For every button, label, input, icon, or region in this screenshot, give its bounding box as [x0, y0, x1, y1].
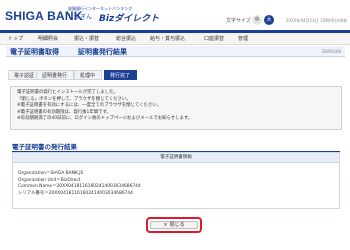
font-size-large-button[interactable]: 大 [264, 15, 274, 25]
font-size-medium-button[interactable]: 中 [252, 15, 262, 25]
nav-item-transfer[interactable]: 振込・振替 [74, 35, 99, 42]
cert-common-name: Common Name＝20XX041811616024140030346867… [18, 184, 141, 190]
close-button-label: 閉じる [169, 222, 185, 228]
nav-item-bulk-transfer[interactable]: 総合振込 [116, 35, 136, 42]
login-timestamp: 20XX年04月14日 15時00分00秒 [286, 18, 348, 23]
message-line: ※電子証明書を有効にするには、一度全てのブラウザを閉じてください。 [17, 103, 162, 109]
close-button[interactable]: × 閉じる [150, 221, 198, 229]
nav-item-top[interactable]: トップ [8, 35, 23, 42]
table-header: 電子証明書情報 [13, 153, 339, 163]
nav-item-admin[interactable]: 管理 [238, 35, 248, 42]
step-processing: 処理中 [74, 70, 103, 80]
message-line: 電子証明書の発行とインストールが完了しました。 [17, 90, 118, 95]
close-icon: × [163, 222, 168, 228]
main-nav: トップ 明細照会 振込・振替 総合振込 給与・賞与振込 口座振替 管理 [0, 33, 350, 45]
step-issue: 証明書発行 [36, 70, 75, 80]
page-titlebar: 電子証明書取得 証明書発行結果 BSMS008 [6, 46, 345, 57]
nav-item-statement[interactable]: 明細照会 [38, 35, 58, 42]
certificate-info-table: 電子証明書情報 Organization＝SHIGA BANK,JS Organ… [12, 152, 340, 209]
nav-item-salary-transfer[interactable]: 給与・賞与振込 [150, 35, 185, 42]
step-complete: 発行完了 [104, 70, 138, 80]
page-title: 電子証明書取得 [10, 48, 59, 56]
close-button-highlight: × 閉じる [146, 217, 202, 233]
section-title: 電子証明書の発行結果 [12, 143, 77, 151]
completion-message: 電子証明書の発行とインストールが完了しました。 「閉じる」ボタンを押して、ブラウ… [10, 86, 342, 130]
cert-serial-number: シリアル番号＝20XX04181161602414003034686744 [18, 190, 133, 196]
page-subtitle: 証明書発行結果 [78, 48, 127, 56]
nav-item-account-transfer[interactable]: 口座振替 [204, 35, 224, 42]
message-line: ※有効期限満了の40日前に、ログイン後のトップページおよびメールでお知らせします… [17, 116, 193, 122]
service-biz-logo: Bizダイレクト [99, 14, 160, 24]
service-name: しがぎん [68, 14, 93, 21]
screen-id: BSMS008 [322, 49, 341, 54]
font-size-label: 文字サイズ [226, 18, 251, 24]
page-header: SHIGA BANK 滋賀銀行インターネットバンキング しがぎん Bizダイレク… [0, 0, 350, 30]
cert-organization: Organization＝SHIGA BANK,JS [18, 171, 84, 176]
table-body: Organization＝SHIGA BANK,JS Organization … [13, 163, 339, 197]
